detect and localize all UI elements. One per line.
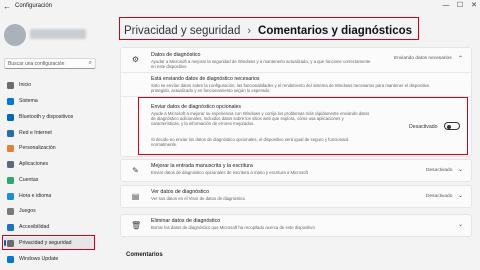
- accessibility-icon: [7, 224, 14, 231]
- delete-diagnostic-data-card[interactable]: 🗑 Eliminar datos de diagnóstico Borrar l…: [120, 214, 472, 237]
- chevron-down-icon[interactable]: ⌄: [458, 221, 463, 228]
- sidebar-item-inicio[interactable]: Inicio: [4, 79, 96, 91]
- back-arrow-icon[interactable]: ←: [3, 2, 11, 11]
- required-data-desc-line-2: protegido, actualizado y en funcionamien…: [151, 88, 271, 93]
- globe-icon: [7, 193, 14, 200]
- gamepad-icon: [7, 208, 14, 215]
- sidebar-item-accesibilidad[interactable]: Accesibilidad: [4, 221, 96, 233]
- sidebar-item-label: Cuentas: [19, 177, 39, 183]
- monitor-icon: [7, 98, 14, 105]
- view-data-title: Ver datos de diagnóstico: [151, 189, 210, 195]
- page-title: Comentarios y diagnósticos: [258, 25, 413, 37]
- optional-toggle-label: Desactivado: [409, 124, 438, 130]
- chevron-down-icon[interactable]: ⌄: [458, 166, 463, 173]
- avatar[interactable]: [4, 24, 26, 46]
- divider: [121, 72, 471, 73]
- person-icon: [7, 177, 14, 184]
- breadcrumb-separator: ›: [247, 25, 252, 37]
- optional-data-toggle[interactable]: [444, 122, 460, 130]
- trash-icon: 🗑: [131, 221, 142, 230]
- view-data-desc: Ver sus datos en el Visor de datos de di…: [151, 196, 246, 201]
- wifi-icon: [7, 130, 14, 137]
- handwriting-desc: Enviar datos de diagnóstico opcionales d…: [151, 170, 308, 175]
- minimize-button[interactable]: —: [441, 2, 451, 10]
- sidebar-item-hora-idioma[interactable]: Hora e idioma: [4, 190, 96, 202]
- sidebar-item-label: Personalización: [19, 145, 56, 151]
- sidebar-item-bluetooth[interactable]: Bluetooth y dispositivos: [4, 111, 96, 123]
- document-search-icon: ▤: [131, 192, 140, 201]
- diagnostic-icon: ⚙: [131, 55, 140, 64]
- sidebar-item-label: Sistema: [19, 98, 38, 104]
- required-data-title: Está enviando datos de diagnóstico neces…: [151, 76, 260, 82]
- delete-data-title: Eliminar datos de diagnóstico: [151, 218, 221, 224]
- update-icon: [7, 256, 14, 263]
- sidebar-item-label: Hora e idioma: [19, 193, 52, 199]
- sidebar-item-personalizacion[interactable]: Personalización: [4, 142, 96, 154]
- search-input[interactable]: Buscar una configuración ⌕: [4, 58, 96, 69]
- home-icon: [7, 82, 14, 89]
- pen-icon: ✎: [132, 166, 139, 175]
- view-data-value: Desactivado: [426, 194, 453, 199]
- handwriting-value: Desactivado: [426, 168, 453, 173]
- sidebar-item-windows-update[interactable]: Windows Update: [4, 253, 96, 265]
- diagnostic-value: Enviando datos necesarios: [394, 56, 452, 61]
- maximize-button[interactable]: ☐: [455, 2, 465, 10]
- sidebar-item-label: Windows Update: [19, 256, 59, 262]
- sidebar-item-label: Inicio: [19, 82, 32, 88]
- chevron-down-icon[interactable]: ⌄: [458, 192, 463, 199]
- sidebar-item-juegos[interactable]: Juegos: [4, 205, 96, 217]
- section-heading-feedback: Comentarios: [126, 252, 163, 258]
- sidebar-item-label: Juegos: [19, 208, 36, 214]
- sidebar-item-label: Accesibilidad: [19, 224, 50, 230]
- sidebar-item-label: Bluetooth y dispositivos: [19, 114, 74, 120]
- sidebar-item-aplicaciones[interactable]: Aplicaciones: [4, 158, 96, 170]
- title-bar: ← Configuración — ☐ ✕: [0, 0, 480, 14]
- app-title: Configuración: [15, 3, 53, 9]
- diagnostic-title: Datos de diagnóstico: [151, 52, 201, 58]
- search-placeholder: Buscar una configuración: [8, 61, 65, 67]
- handwriting-card[interactable]: ✎ Mejorar la entrada manuscrita y la esc…: [120, 159, 472, 182]
- sidebar-item-cuentas[interactable]: Cuentas: [4, 174, 96, 186]
- view-diagnostic-data-card[interactable]: ▤ Ver datos de diagnóstico Ver sus datos…: [120, 185, 472, 208]
- diagnostic-desc-line-2: en este dispositivo: [151, 64, 187, 69]
- highlight-box-nav: [2, 235, 95, 250]
- account-name-blurred: [30, 29, 86, 39]
- chevron-up-icon[interactable]: ⌃: [458, 55, 463, 62]
- sidebar-item-red[interactable]: Red e Internet: [4, 127, 96, 139]
- search-icon[interactable]: ⌕: [89, 60, 92, 67]
- sidebar-item-sistema[interactable]: Sistema: [4, 95, 96, 107]
- sidebar-item-label: Aplicaciones: [19, 161, 49, 167]
- close-button[interactable]: ✕: [469, 2, 479, 10]
- breadcrumb-parent[interactable]: Privacidad y seguridad: [124, 25, 240, 37]
- bluetooth-icon: [7, 114, 14, 121]
- brush-icon: [7, 145, 14, 152]
- sidebar-item-label: Red e Internet: [19, 130, 52, 136]
- toggle-knob: [447, 124, 451, 129]
- delete-data-desc: Borrar los datos de diagnóstico que Micr…: [151, 225, 315, 230]
- handwriting-title: Mejorar la entrada manuscrita y la escri…: [151, 163, 253, 169]
- breadcrumb: Privacidad y seguridad › Comentarios y dia…: [119, 17, 420, 40]
- apps-icon: [7, 161, 14, 168]
